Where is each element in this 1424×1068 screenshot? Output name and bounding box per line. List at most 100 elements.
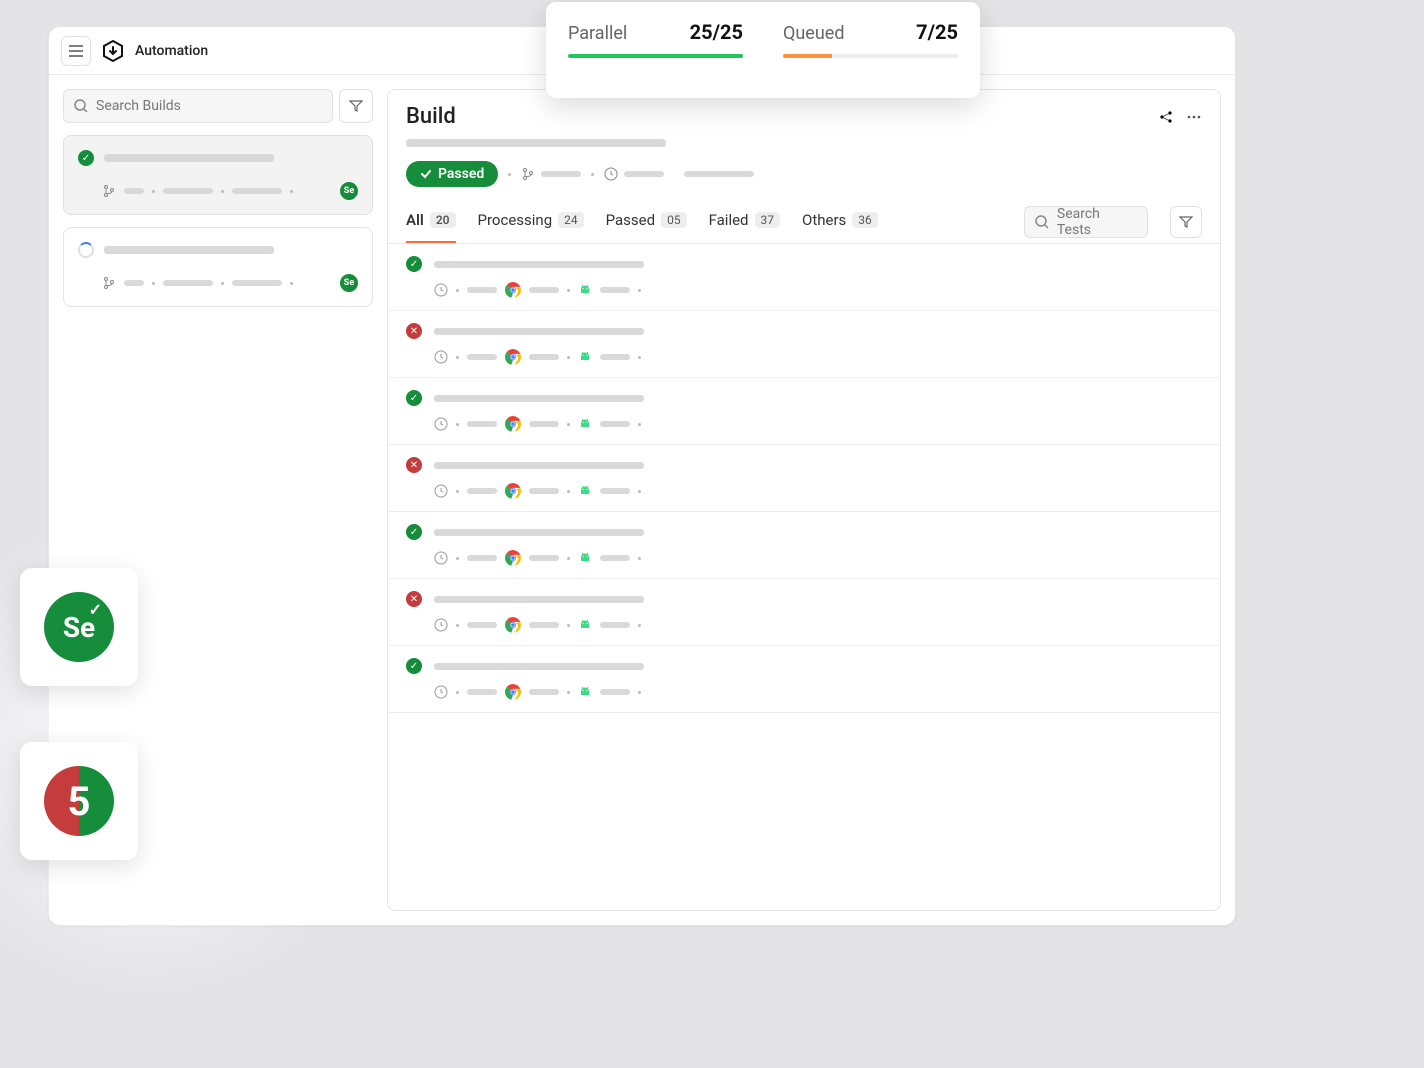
tab-count: 05 <box>661 212 687 228</box>
build-panel: Build Passed <box>387 89 1221 911</box>
build-title: Build <box>406 104 456 129</box>
status-fail-icon: ✕ <box>406 591 422 607</box>
chrome-icon <box>505 349 521 365</box>
more-icon <box>1186 109 1202 125</box>
tab-count: 37 <box>755 212 781 228</box>
build-card[interactable]: ✓ Se <box>63 135 373 215</box>
tab-label: Failed <box>709 211 749 229</box>
tab-failed[interactable]: Failed 37 <box>709 201 780 243</box>
tab-others[interactable]: Others 36 <box>802 201 878 243</box>
build-name-skeleton <box>104 154 274 162</box>
logo: Automation <box>101 39 208 63</box>
clock-icon <box>434 283 448 297</box>
filter-icon <box>349 99 363 113</box>
tabs-row: All 20 Processing 24 Passed 05 Failed 37 Others 3… <box>388 201 1220 244</box>
stat-parallel: Parallel 25/25 <box>568 20 743 80</box>
test-name-skeleton <box>434 529 644 536</box>
tab-count: 36 <box>852 212 878 228</box>
selenium-icon: Se ✓ <box>44 592 114 662</box>
tab-label: Others <box>802 211 846 229</box>
chrome-icon <box>505 483 521 499</box>
selenium-badge: Se <box>340 182 358 200</box>
status-pass-icon: ✓ <box>406 658 422 674</box>
status-pass-icon: ✓ <box>406 524 422 540</box>
app-logo-icon <box>101 39 125 63</box>
test-row[interactable]: ✕ <box>388 445 1220 512</box>
android-icon <box>578 417 592 431</box>
tab-label: All <box>406 211 424 229</box>
test-row[interactable]: ✕ <box>388 311 1220 378</box>
search-tests-input[interactable]: Search Tests <box>1024 206 1148 238</box>
build-card[interactable]: Se <box>63 227 373 307</box>
app-name: Automation <box>135 43 208 59</box>
test-name-skeleton <box>434 663 644 670</box>
chrome-icon <box>505 550 521 566</box>
build-name-skeleton <box>104 246 274 254</box>
stat-parallel-label: Parallel <box>568 23 627 44</box>
selenium-badge: Se <box>340 274 358 292</box>
android-icon <box>578 350 592 364</box>
stat-parallel-value: 25/25 <box>690 20 743 44</box>
tab-count: 24 <box>558 212 584 228</box>
test-list: ✓ ✕ <box>388 244 1220 910</box>
resource-stats-card: Parallel 25/25 Queued 7/25 <box>546 2 980 98</box>
test-name-skeleton <box>434 596 644 603</box>
tab-label: Processing <box>478 211 553 229</box>
search-tests-placeholder: Search Tests <box>1057 206 1137 238</box>
status-pass-icon: ✓ <box>406 256 422 272</box>
android-icon <box>578 283 592 297</box>
chrome-icon <box>505 684 521 700</box>
share-icon <box>1158 109 1174 125</box>
stat-queued-value: 7/25 <box>916 20 958 44</box>
share-button[interactable] <box>1158 109 1174 125</box>
test-row[interactable]: ✓ <box>388 512 1220 579</box>
status-pass-icon: ✓ <box>78 150 94 166</box>
more-button[interactable] <box>1186 109 1202 125</box>
build-meta-time <box>604 167 664 181</box>
test-row[interactable]: ✓ <box>388 244 1220 311</box>
test-row[interactable]: ✕ <box>388 579 1220 646</box>
test-row[interactable]: ✓ <box>388 378 1220 445</box>
filter-tests-button[interactable] <box>1170 206 1202 238</box>
test-name-skeleton <box>434 261 644 268</box>
android-icon <box>578 484 592 498</box>
selenium-card: Se ✓ <box>20 568 138 686</box>
check-icon <box>420 168 432 180</box>
chrome-icon <box>505 282 521 298</box>
status-pass-icon: ✓ <box>406 390 422 406</box>
build-status-pill: Passed <box>406 161 498 187</box>
clock-icon <box>604 167 618 181</box>
clock-icon <box>434 417 448 431</box>
hamburger-icon <box>69 45 83 57</box>
search-builds-placeholder: Search Builds <box>96 98 181 114</box>
git-branch-icon <box>102 276 116 290</box>
junit5-card: 5 <box>20 742 138 860</box>
junit5-icon: 5 <box>44 766 114 836</box>
clock-icon <box>434 685 448 699</box>
search-builds-input[interactable]: Search Builds <box>63 89 333 123</box>
build-meta-branch <box>521 167 581 181</box>
menu-button[interactable] <box>61 36 91 66</box>
clock-icon <box>434 484 448 498</box>
status-fail-icon: ✕ <box>406 457 422 473</box>
tab-passed[interactable]: Passed 05 <box>606 201 687 243</box>
chrome-icon <box>505 416 521 432</box>
clock-icon <box>434 551 448 565</box>
tab-all[interactable]: All 20 <box>406 201 456 243</box>
test-name-skeleton <box>434 462 644 469</box>
build-subtitle-skeleton <box>406 139 666 147</box>
status-fail-icon: ✕ <box>406 323 422 339</box>
clock-icon <box>434 618 448 632</box>
tab-label: Passed <box>606 211 655 229</box>
stat-queued-label: Queued <box>783 23 844 44</box>
test-row[interactable]: ✓ <box>388 646 1220 713</box>
search-icon <box>74 99 88 113</box>
android-icon <box>578 618 592 632</box>
tab-processing[interactable]: Processing 24 <box>478 201 584 243</box>
filter-builds-button[interactable] <box>339 89 373 123</box>
tab-count: 20 <box>430 212 456 228</box>
test-name-skeleton <box>434 395 644 402</box>
build-status-label: Passed <box>438 166 484 182</box>
git-branch-icon <box>102 184 116 198</box>
clock-icon <box>434 350 448 364</box>
